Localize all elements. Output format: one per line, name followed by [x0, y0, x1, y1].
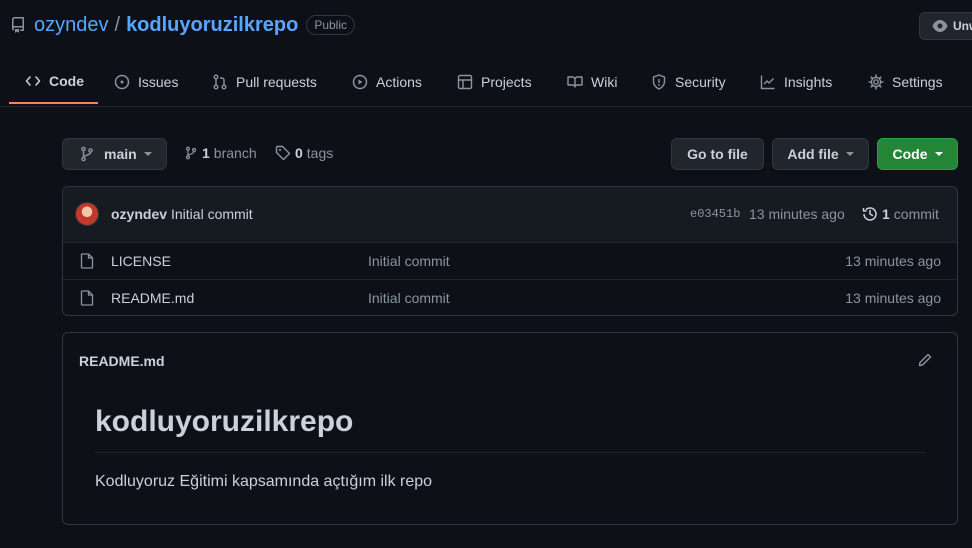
latest-commit-bar: ozyndev Initial commit e03451b 13 minute… [63, 187, 957, 243]
readme-panel: README.md kodluyoruzilkrepo Kodluyoruz E… [62, 332, 958, 525]
commit-time: 13 minutes ago [749, 206, 845, 222]
tab-label: Wiki [591, 74, 618, 90]
issue-icon [114, 74, 138, 90]
file-commit-time: 13 minutes ago [845, 290, 941, 306]
repo-header: ozyndev / kodluyoruzilkrepo Public [10, 13, 355, 37]
graph-icon [760, 74, 784, 90]
file-icon [80, 253, 94, 269]
file-row[interactable]: LICENSE Initial commit 13 minutes ago [63, 242, 957, 279]
tab-wiki[interactable]: Wiki [567, 60, 617, 104]
commit-count: 1 [882, 206, 890, 222]
pull-request-icon [212, 74, 236, 90]
readme-body: Kodluyoruz Eğitimi kapsamında açtığım il… [95, 473, 433, 490]
visibility-badge: Public [306, 15, 355, 35]
chevron-down-icon [143, 152, 152, 156]
shield-icon [651, 74, 675, 90]
file-commit-message[interactable]: Initial commit [368, 253, 450, 269]
tab-security[interactable]: Security [651, 60, 726, 104]
readme-filename: README.md [79, 353, 165, 369]
history-icon [862, 206, 882, 222]
chevron-down-icon [934, 152, 943, 156]
repo-nav-tabs: Code Issues Pull requests Actions Projec… [0, 60, 972, 107]
eye-icon [932, 18, 953, 34]
gear-icon [868, 74, 892, 90]
pencil-icon[interactable] [917, 352, 933, 368]
tab-actions[interactable]: Actions [352, 60, 422, 104]
chevron-down-icon [845, 152, 854, 156]
repo-owner-link[interactable]: ozyndev [34, 14, 109, 37]
tab-label: Issues [138, 74, 179, 90]
repo-name-link[interactable]: kodluyoruzilkrepo [126, 14, 298, 37]
tags-link[interactable]: 0 tags [275, 145, 333, 161]
add-file-label: Add file [787, 146, 839, 162]
commit-sha-link[interactable]: e03451b [690, 207, 740, 221]
watch-label: Unw [953, 19, 972, 33]
commit-message-link[interactable]: Initial commit [171, 206, 253, 222]
tab-pull-requests[interactable]: Pull requests [212, 60, 317, 104]
repo-path-separator: / [114, 13, 121, 36]
tag-label: tags [306, 145, 334, 161]
branches-link[interactable]: 1 branch [184, 145, 257, 161]
tab-issues[interactable]: Issues [114, 60, 178, 104]
tab-code[interactable]: Code [9, 60, 98, 104]
avatar[interactable] [75, 202, 99, 226]
git-branch-icon [79, 146, 104, 162]
file-row[interactable]: README.md Initial commit 13 minutes ago [63, 279, 957, 315]
code-icon [25, 73, 49, 89]
commit-count-label: commit [893, 206, 939, 222]
tab-label: Insights [784, 74, 833, 90]
add-file-button[interactable]: Add file [772, 138, 869, 170]
readme-heading: kodluyoruzilkrepo [95, 405, 354, 438]
play-icon [352, 74, 376, 90]
file-icon [80, 290, 94, 306]
git-branch-icon [184, 145, 198, 161]
unwatch-button[interactable]: Unw [919, 12, 972, 40]
tab-label: Settings [892, 74, 943, 90]
commit-history-link[interactable]: 1 commit [862, 206, 939, 222]
project-table-icon [457, 74, 481, 90]
file-browser: ozyndev Initial commit e03451b 13 minute… [62, 186, 958, 316]
file-name-link[interactable]: LICENSE [111, 253, 171, 269]
branch-label: branch [213, 145, 257, 161]
code-button-label: Code [892, 146, 928, 162]
go-to-file-button[interactable]: Go to file [671, 138, 764, 170]
tab-label: Projects [481, 74, 532, 90]
file-commit-time: 13 minutes ago [845, 253, 941, 269]
readme-divider [95, 452, 925, 453]
tag-icon [275, 145, 291, 161]
file-name-link[interactable]: README.md [111, 290, 194, 306]
branch-name: main [104, 146, 137, 162]
tab-settings[interactable]: Settings [868, 60, 943, 104]
book-icon [567, 74, 591, 90]
tab-label: Security [675, 74, 726, 90]
commit-author-link[interactable]: ozyndev [111, 206, 167, 222]
tab-projects[interactable]: Projects [457, 60, 532, 104]
tag-count: 0 [295, 145, 303, 161]
code-dropdown-button[interactable]: Code [877, 138, 958, 170]
branch-count: 1 [202, 145, 210, 161]
branch-select-button[interactable]: main [62, 138, 167, 170]
repo-icon [10, 17, 26, 33]
tab-label: Code [49, 73, 84, 89]
tab-insights[interactable]: Insights [760, 60, 832, 104]
file-commit-message[interactable]: Initial commit [368, 290, 450, 306]
tab-label: Pull requests [236, 74, 317, 90]
tab-label: Actions [376, 74, 422, 90]
